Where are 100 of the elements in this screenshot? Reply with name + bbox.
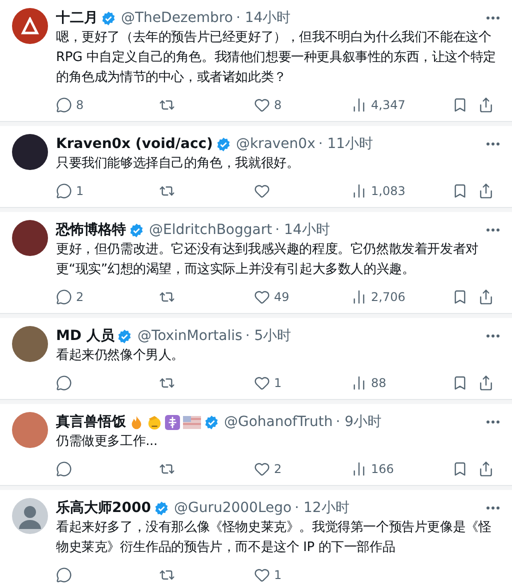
verified-badge-icon bbox=[154, 500, 169, 516]
user-handle[interactable]: @ToxinMortalis bbox=[137, 328, 242, 344]
share-button[interactable] bbox=[478, 461, 494, 477]
tweet-text: 更好，但仍需改进。它还没有达到我感兴趣的程度。它仍然散发着开发者对更“现实”幻想的渴望，而这实际上并没有引起大多数人的兴趣。 bbox=[56, 241, 480, 279]
reply-icon bbox=[56, 375, 72, 391]
display-name[interactable]: 真言兽悟饭 bbox=[56, 413, 126, 431]
cross-emoji-icon bbox=[165, 414, 180, 430]
bar-chart-icon bbox=[351, 289, 367, 305]
bookmark-icon bbox=[452, 183, 468, 199]
post-time[interactable]: · 9小时 bbox=[336, 413, 382, 431]
tweet-text: 仍需做更多工作... bbox=[56, 433, 158, 451]
display-name[interactable]: 十二月 bbox=[56, 9, 98, 27]
display-name[interactable]: 乐高大师2000 bbox=[56, 499, 151, 517]
tweet-text: 嗯，更好了（去年的预告片已经更好了），但我不明白为什么我们不能在这个 RPG 中自定义自己的角色。我猜他们想要一种更具叙事性的东西，让这个特定的角色成为情节的中心，或者诸如此类？ bbox=[56, 29, 497, 87]
bar-chart-icon bbox=[351, 97, 367, 113]
more-icon bbox=[486, 420, 500, 424]
reply-button[interactable] bbox=[56, 375, 72, 391]
user-handle[interactable]: @EldritchBoggart bbox=[149, 222, 272, 238]
bar-chart-icon bbox=[351, 183, 367, 199]
bookmark-button[interactable] bbox=[452, 183, 468, 199]
heart-icon bbox=[254, 461, 270, 477]
views-button[interactable]: 88 bbox=[351, 375, 386, 391]
reply-button[interactable]: 8 bbox=[56, 97, 84, 113]
more-icon bbox=[486, 16, 500, 20]
heart-icon bbox=[254, 97, 270, 113]
bookmark-button[interactable] bbox=[452, 289, 468, 305]
share-icon bbox=[478, 461, 494, 477]
bookmark-icon bbox=[452, 289, 468, 305]
more-icon bbox=[486, 142, 500, 146]
like-button[interactable]: 2 bbox=[254, 461, 282, 477]
reply-button[interactable]: 1 bbox=[56, 183, 84, 199]
more-icon bbox=[486, 228, 500, 232]
more-button[interactable] bbox=[486, 142, 500, 146]
verified-badge-icon bbox=[101, 10, 116, 26]
like-button[interactable]: 8 bbox=[254, 97, 282, 113]
bookmark-button[interactable] bbox=[452, 375, 468, 391]
reply-icon bbox=[56, 289, 72, 305]
views-button[interactable]: 2,706 bbox=[351, 289, 406, 305]
reply-button[interactable] bbox=[56, 461, 72, 477]
views-button[interactable]: 1,083 bbox=[351, 183, 406, 199]
post-time[interactable]: · 14小时 bbox=[275, 221, 330, 239]
share-button[interactable] bbox=[478, 183, 494, 199]
verified-badge-icon bbox=[129, 222, 144, 238]
avatar-logo[interactable] bbox=[12, 8, 48, 44]
more-button[interactable] bbox=[486, 506, 500, 510]
bookmark-button[interactable] bbox=[452, 97, 468, 113]
tweet-text: 只要我们能够选择自己的角色，我就很好。 bbox=[56, 155, 300, 173]
share-icon bbox=[478, 97, 494, 113]
heart-icon bbox=[254, 375, 270, 391]
user-handle[interactable]: @GohanofTruth bbox=[224, 414, 333, 430]
bar-chart-icon bbox=[351, 375, 367, 391]
bar-chart-icon bbox=[351, 461, 367, 477]
post-time[interactable]: · 5小时 bbox=[245, 327, 292, 345]
heart-icon bbox=[254, 289, 270, 305]
views-button[interactable]: 4,347 bbox=[351, 97, 406, 113]
more-icon bbox=[486, 334, 500, 338]
more-button[interactable] bbox=[486, 16, 500, 20]
avatar-photo-placeholder[interactable] bbox=[12, 220, 48, 256]
views-button[interactable]: 166 bbox=[351, 461, 394, 477]
more-button[interactable] bbox=[486, 420, 500, 424]
like-button[interactable]: 1 bbox=[254, 567, 282, 583]
bookmark-icon bbox=[452, 461, 468, 477]
heart-icon bbox=[254, 183, 270, 199]
display-name[interactable]: Kraven0x (void/acc) bbox=[56, 136, 213, 152]
post-time[interactable]: · 14小时 bbox=[236, 9, 291, 27]
verified-badge-icon bbox=[216, 136, 231, 152]
share-button[interactable] bbox=[478, 375, 494, 391]
share-button[interactable] bbox=[478, 97, 494, 113]
reply-button[interactable] bbox=[56, 567, 72, 583]
post-time[interactable]: · 12小时 bbox=[294, 499, 350, 517]
display-name[interactable]: 恐怖博格特 bbox=[56, 221, 126, 239]
default-avatar[interactable] bbox=[12, 498, 48, 534]
more-button[interactable] bbox=[486, 228, 500, 232]
user-handle[interactable]: @kraven0x bbox=[236, 136, 316, 152]
display-name[interactable]: MD 人员 bbox=[56, 327, 114, 345]
saluting-face-icon bbox=[147, 414, 162, 430]
share-icon bbox=[478, 183, 494, 199]
bookmark-icon bbox=[452, 97, 468, 113]
tweet-text: 看起来好多了，没有那么像《怪物史莱克》。我觉得第一个预告片更像是《怪物史莱克》衍生作品的预告片，而不是这个 IP 的下一部作品 bbox=[56, 519, 492, 557]
share-button[interactable] bbox=[478, 289, 494, 305]
more-icon bbox=[486, 506, 500, 510]
share-icon bbox=[478, 375, 494, 391]
post-time[interactable]: · 11小时 bbox=[318, 135, 374, 153]
share-icon bbox=[478, 289, 494, 305]
reply-icon bbox=[56, 567, 72, 583]
reply-button[interactable]: 2 bbox=[56, 289, 84, 305]
more-button[interactable] bbox=[486, 334, 500, 338]
reply-icon bbox=[56, 461, 72, 477]
bookmark-button[interactable] bbox=[452, 461, 468, 477]
flag-icon bbox=[183, 416, 201, 428]
bookmark-icon bbox=[452, 375, 468, 391]
avatar-photo-placeholder[interactable] bbox=[12, 134, 48, 170]
reply-icon bbox=[56, 183, 72, 199]
user-handle[interactable]: @TheDezembro bbox=[121, 10, 233, 26]
like-button[interactable]: 49 bbox=[254, 289, 290, 305]
heart-icon bbox=[254, 567, 270, 583]
user-handle[interactable]: @Guru2000Lego bbox=[174, 500, 292, 516]
verified-badge-icon bbox=[204, 414, 219, 430]
like-button[interactable]: 1 bbox=[254, 375, 282, 391]
like-button[interactable] bbox=[254, 183, 270, 199]
